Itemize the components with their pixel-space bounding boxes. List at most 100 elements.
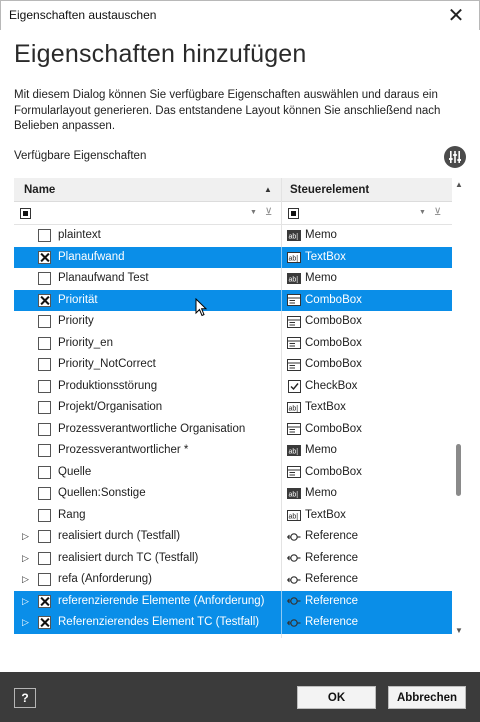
expand-arrow-icon[interactable]: ▷ (22, 617, 29, 628)
table-row[interactable]: Planaufwand Test ab| Memo (14, 268, 452, 290)
row-checkbox[interactable] (38, 487, 51, 500)
scroll-down-icon[interactable]: ▼ (455, 626, 463, 635)
row-checkbox[interactable] (38, 444, 51, 457)
property-name: Priority_NotCorrect (58, 358, 156, 370)
control-type[interactable]: Reference (305, 530, 358, 542)
filter-name-dropdown-icon[interactable]: ▼ (250, 209, 257, 216)
row-checkbox[interactable] (38, 422, 51, 436)
control-type[interactable]: Memo (305, 229, 337, 241)
cell-divider (281, 268, 282, 290)
memo-icon: ab| (287, 487, 301, 500)
cell-divider (281, 225, 282, 247)
table-row[interactable]: Priority_NotCorrect ComboBox (14, 354, 452, 376)
grid-scrollbar[interactable]: ▲ ▼ (452, 178, 466, 638)
control-type[interactable]: Reference (305, 595, 358, 607)
control-type[interactable]: ComboBox (305, 423, 362, 435)
filter-control-dropdown-icon[interactable]: ▼ (419, 209, 426, 216)
svg-text:ab|: ab| (289, 276, 299, 283)
control-type[interactable]: Reference (305, 552, 358, 564)
combobox-icon (287, 294, 301, 307)
filter-control-clear-icon[interactable]: ⊻ (434, 207, 441, 218)
control-type[interactable]: ComboBox (305, 337, 362, 349)
row-checkbox[interactable] (38, 573, 51, 586)
control-type[interactable]: ComboBox (305, 315, 362, 327)
control-type[interactable]: ComboBox (305, 466, 362, 478)
cell-divider (281, 311, 282, 333)
table-row[interactable]: Planaufwand ab| TextBox (14, 246, 452, 268)
control-type[interactable]: TextBox (305, 401, 346, 413)
table-row[interactable]: ▷ realisiert durch (Testfall) Reference (14, 526, 452, 548)
svg-text:ab|: ab| (289, 491, 299, 498)
filter-name-checkbox[interactable] (20, 208, 31, 219)
table-row[interactable]: Quelle ComboBox (14, 461, 452, 483)
table-row[interactable]: Rang ab| TextBox (14, 504, 452, 526)
row-checkbox[interactable] (38, 401, 51, 414)
column-settings-icon[interactable] (444, 146, 466, 168)
row-checkbox[interactable] (38, 250, 51, 264)
expand-arrow-icon[interactable]: ▷ (22, 553, 29, 564)
cell-divider (281, 418, 282, 440)
row-checkbox[interactable] (38, 530, 51, 543)
row-checkbox[interactable] (38, 465, 51, 479)
available-properties-label: Verfügbare Eigenschaften (14, 150, 147, 162)
row-checkbox[interactable] (38, 594, 51, 608)
ok-button[interactable]: OK (297, 686, 376, 709)
property-name: referenzierende Elemente (Anforderung) (58, 594, 265, 607)
expand-arrow-icon[interactable]: ▷ (22, 531, 29, 542)
row-checkbox[interactable] (38, 293, 51, 307)
table-row[interactable]: Quellen:Sonstige ab| Memo (14, 483, 452, 505)
table-row[interactable]: ▷ realisiert durch TC (Testfall) Reference (14, 547, 452, 569)
control-type[interactable]: CheckBox (305, 380, 357, 392)
svg-text:ab|: ab| (289, 513, 299, 520)
row-checkbox[interactable] (38, 551, 51, 565)
control-type[interactable]: ComboBox (305, 294, 362, 306)
cell-divider (281, 461, 282, 483)
column-header-control[interactable]: Steuerelement (290, 184, 369, 196)
properties-grid[interactable]: Name ▲ Steuerelement ▼ ⊻ ▼ ⊻ plaintext ab… (14, 178, 452, 638)
table-row[interactable]: ▷ referenzierende Elemente (Anforderung) R… (14, 590, 452, 612)
table-row[interactable]: Produktionsstörung CheckBox (14, 375, 452, 397)
row-checkbox[interactable] (38, 379, 51, 393)
row-checkbox[interactable] (38, 358, 51, 371)
control-type[interactable]: TextBox (305, 251, 346, 263)
cell-divider (281, 289, 282, 311)
control-type[interactable]: Reference (305, 573, 358, 585)
table-row[interactable]: Priority ComboBox (14, 311, 452, 333)
table-row[interactable]: Projekt/Organisation ab| TextBox (14, 397, 452, 419)
page-title: Eigenschaften hinzufügen (14, 40, 307, 68)
table-row[interactable]: ▷ refa (Anforderung) Reference (14, 569, 452, 591)
help-button[interactable]: ? (14, 688, 36, 708)
cell-divider (281, 504, 282, 526)
property-name: Projekt/Organisation (58, 401, 163, 413)
row-checkbox[interactable] (38, 508, 51, 522)
control-type[interactable]: Reference (305, 616, 358, 628)
sort-ascending-icon[interactable]: ▲ (264, 185, 272, 194)
expand-arrow-icon[interactable]: ▷ (22, 574, 29, 585)
control-type[interactable]: Memo (305, 487, 337, 499)
filter-control-checkbox[interactable] (288, 208, 299, 219)
row-checkbox[interactable] (38, 616, 51, 629)
control-type[interactable]: Memo (305, 444, 337, 456)
table-row[interactable]: Priorität ComboBox (14, 289, 452, 311)
row-checkbox[interactable] (38, 272, 51, 285)
table-row[interactable]: Priority_en ComboBox (14, 332, 452, 354)
row-checkbox[interactable] (38, 315, 51, 328)
table-row[interactable]: plaintext ab| Memo (14, 225, 452, 247)
control-type[interactable]: Memo (305, 272, 337, 284)
expand-arrow-icon[interactable]: ▷ (22, 596, 29, 607)
cancel-button[interactable]: Abbrechen (388, 686, 466, 709)
table-row[interactable]: Prozessverantwortliche Organisation Combo… (14, 418, 452, 440)
table-row[interactable]: Prozessverantwortlicher * ab| Memo (14, 440, 452, 462)
property-name: Planaufwand Test (58, 272, 149, 284)
property-name: Quellen:Sonstige (58, 487, 146, 499)
column-header-name[interactable]: Name (24, 184, 55, 196)
scroll-up-icon[interactable]: ▲ (455, 180, 463, 189)
filter-name-clear-icon[interactable]: ⊻ (265, 207, 272, 218)
row-checkbox[interactable] (38, 336, 51, 350)
control-type[interactable]: TextBox (305, 509, 346, 521)
control-type[interactable]: ComboBox (305, 358, 362, 370)
scroll-thumb[interactable] (456, 444, 461, 496)
table-row[interactable]: ▷ Referenzierendes Element TC (Testfall) R… (14, 612, 452, 634)
close-icon[interactable]: ✕ (433, 1, 479, 30)
row-checkbox[interactable] (38, 229, 51, 242)
